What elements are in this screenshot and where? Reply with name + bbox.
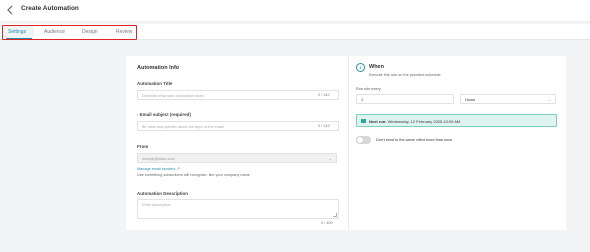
automation-description-textarea[interactable]: Enter description (137, 199, 339, 219)
next-run-value: Wednesday, 12 February 2025 10:00 AM (387, 118, 461, 124)
interval-value: 1 (361, 97, 364, 102)
top-bar: Create Automation (0, 0, 590, 22)
next-run-banner: Next run: Wednesday, 12 February 2025 10… (356, 114, 557, 127)
resize-handle-icon[interactable] (333, 213, 337, 217)
email-subject-label: › Email subject (required) (137, 112, 191, 117)
interval-unit: Hours (465, 97, 476, 102)
next-run-label: Next run: (369, 118, 387, 124)
chevron-down-icon: ⌄ (328, 156, 332, 161)
send-once-toggle[interactable] (356, 136, 371, 144)
mail-icon (361, 119, 366, 124)
page-title: Create Automation (21, 5, 79, 12)
manage-email-senders-text: Manage email senders (137, 167, 176, 171)
tabs-highlight-box (2, 25, 137, 40)
automation-description-counter: 0 / 400 (321, 221, 333, 225)
when-card (348, 56, 566, 230)
automation-title-counter: 0 / 142 (318, 93, 330, 97)
automation-description-label: Automation Description (137, 191, 189, 196)
from-helper-text: Use something subscribers will recognize… (137, 173, 250, 177)
automation-info-title: Automation Info (137, 65, 180, 71)
from-label: From (137, 144, 149, 149)
email-subject-input[interactable]: Be clear and specific about the topic of… (137, 121, 339, 131)
interval-value-input[interactable]: 1 (356, 94, 454, 104)
step-number-badge: 1 (356, 63, 365, 72)
email-subject-counter: 0 / 142 (318, 124, 330, 128)
email-subject-label-text: Email subject (required) (139, 112, 191, 117)
automation-title-placeholder: Describe what your automation does (142, 93, 204, 98)
from-value: noreply@zebu.com (142, 156, 175, 161)
interval-unit-select[interactable]: Hours ⌄ (460, 94, 556, 104)
email-subject-chevron-icon[interactable]: › (137, 112, 138, 117)
automation-description-placeholder: Enter description (142, 203, 171, 207)
run-rule-label: Run rule every (356, 87, 381, 91)
automation-title-label: Automation Title (137, 81, 173, 86)
tab-bar: Settings Audience Design Review (0, 24, 590, 40)
toggle-knob (357, 137, 363, 143)
email-subject-placeholder: Be clear and specific about the topic of… (142, 124, 224, 129)
external-link-icon: ↗ (176, 167, 180, 171)
automation-title-input[interactable]: Describe what your automation does (137, 90, 339, 100)
when-title: When (369, 64, 384, 70)
chevron-down-icon: ⌄ (547, 97, 551, 102)
from-select: noreply@zebu.com ⌄ (137, 153, 337, 163)
when-subtitle: Execute this rule on the provided schedu… (369, 73, 441, 77)
arrow-left-icon[interactable] (6, 5, 16, 15)
send-once-label: Don't send to the same client more than … (376, 138, 453, 142)
manage-email-senders-link[interactable]: Manage email senders ↗ (137, 166, 180, 171)
